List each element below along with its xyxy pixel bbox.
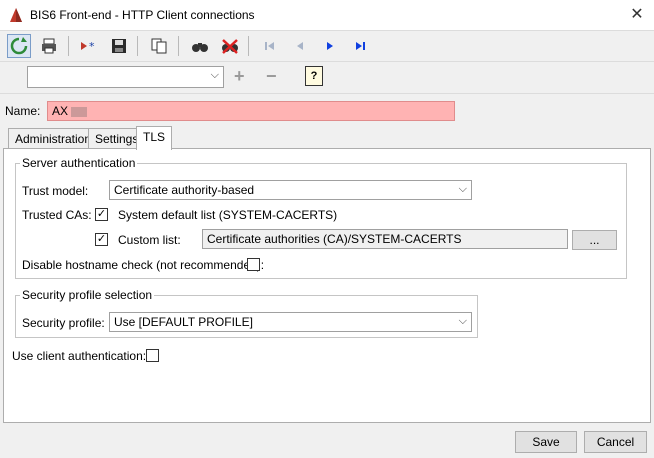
chevron-down-icon: ⌵ <box>210 69 219 81</box>
tab-administration[interactable]: Administration <box>8 128 99 149</box>
print-icon[interactable] <box>37 34 61 58</box>
disable-hostname-label: Disable hostname check (not recommended)… <box>22 258 265 272</box>
help-button[interactable]: ? <box>305 66 323 86</box>
custom-list-field[interactable]: Certificate authorities (CA)/SYSTEM-CACE… <box>202 229 568 249</box>
find-icon[interactable] <box>188 34 212 58</box>
custom-list-checkbox[interactable]: ✓ <box>95 233 108 246</box>
new-icon[interactable]: * <box>77 34 101 58</box>
save-button[interactable]: Save <box>515 431 577 453</box>
custom-list-label: Custom list: <box>118 233 181 247</box>
custom-list-value: Certificate authorities (CA)/SYSTEM-CACE… <box>207 232 462 246</box>
disable-hostname-checkbox[interactable] <box>247 258 260 271</box>
system-default-label: System default list (SYSTEM-CACERTS) <box>118 208 338 222</box>
tab-tls[interactable]: TLS <box>136 126 173 150</box>
save-icon[interactable] <box>107 34 131 58</box>
first-icon[interactable] <box>258 34 282 58</box>
name-value: AX <box>52 104 69 118</box>
close-button[interactable]: ✕ <box>622 2 652 28</box>
redacted-text <box>71 106 88 117</box>
previous-icon[interactable] <box>288 34 312 58</box>
system-default-checkbox[interactable]: ✓ <box>95 208 108 221</box>
record-selector-bar: ⌵ + − ? <box>0 62 654 94</box>
name-label: Name: <box>5 104 41 118</box>
tls-panel: Server authentication Trust model: Certi… <box>3 148 651 423</box>
chevron-down-icon: ⌵ <box>458 183 467 195</box>
app-logo-icon <box>10 8 22 22</box>
refresh-icon[interactable] <box>7 34 31 58</box>
toolbar: * <box>0 30 654 62</box>
record-combo[interactable]: ⌵ <box>27 66 224 88</box>
cancel-button[interactable]: Cancel <box>584 431 647 453</box>
last-icon[interactable] <box>348 34 372 58</box>
trust-model-value: Certificate authority-based <box>114 183 255 197</box>
add-button[interactable]: + <box>234 66 245 87</box>
name-field[interactable]: AX <box>47 101 455 121</box>
security-profile-legend: Security profile selection <box>22 288 153 302</box>
server-authentication-legend: Server authentication <box>22 156 136 170</box>
next-icon[interactable] <box>318 34 342 58</box>
window-title: BIS6 Front-end - HTTP Client connections <box>30 8 255 22</box>
title-bar: BIS6 Front-end - HTTP Client connections… <box>0 0 654 30</box>
security-profile-value: Use [DEFAULT PROFILE] <box>114 315 253 329</box>
trusted-cas-label: Trusted CAs: <box>22 208 92 222</box>
trust-model-select[interactable]: Certificate authority-based ⌵ <box>109 180 472 200</box>
client-auth-label: Use client authentication: <box>12 349 147 363</box>
chevron-down-icon: ⌵ <box>458 315 467 327</box>
copy-icon[interactable] <box>147 34 171 58</box>
security-profile-label: Security profile: <box>22 316 105 330</box>
svg-text:*: * <box>89 40 95 53</box>
remove-button[interactable]: − <box>266 66 277 87</box>
trust-model-label: Trust model: <box>22 184 89 198</box>
security-profile-select[interactable]: Use [DEFAULT PROFILE] ⌵ <box>109 312 472 332</box>
client-auth-checkbox[interactable] <box>146 349 159 362</box>
browse-button[interactable]: ... <box>572 230 617 250</box>
clear-filter-icon[interactable] <box>218 34 242 58</box>
